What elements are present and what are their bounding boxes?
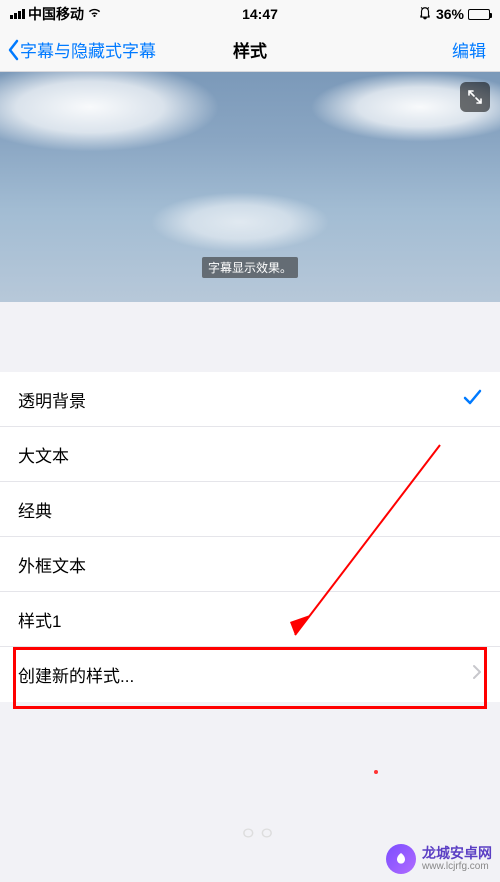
back-button[interactable]: 字幕与隐藏式字幕: [0, 37, 156, 62]
expand-button[interactable]: [460, 82, 490, 112]
back-label: 字幕与隐藏式字幕: [20, 37, 156, 62]
style-option-outline[interactable]: 外框文本: [0, 537, 500, 592]
decorative-mark: ㅇㅇ: [240, 820, 277, 846]
page-title: 样式: [233, 37, 267, 62]
clock: 14:47: [242, 6, 278, 22]
watermark-logo-icon: [386, 844, 416, 874]
caption-sample: 字幕显示效果。: [202, 257, 298, 278]
annotation-dot: [374, 770, 378, 774]
alarm-icon: [418, 6, 432, 23]
watermark: 龙城安卓网 www.lcjrfg.com: [386, 844, 492, 874]
style-option-large-text[interactable]: 大文本: [0, 427, 500, 482]
status-left: 中国移动: [10, 4, 102, 24]
create-new-label: 创建新的样式...: [18, 662, 134, 687]
wifi-icon: [87, 5, 102, 23]
style-label: 透明背景: [18, 387, 86, 412]
carrier-label: 中国移动: [28, 4, 84, 24]
style-option-transparent[interactable]: 透明背景: [0, 372, 500, 427]
style-label: 经典: [18, 497, 52, 522]
style-option-classic[interactable]: 经典: [0, 482, 500, 537]
create-new-style[interactable]: 创建新的样式...: [0, 647, 500, 702]
battery-pct: 36%: [436, 6, 464, 22]
chevron-right-icon: [472, 664, 482, 685]
nav-bar: 字幕与隐藏式字幕 样式 编辑: [0, 28, 500, 72]
checkmark-icon: [462, 387, 482, 412]
chevron-left-icon: [6, 39, 20, 61]
style-label: 大文本: [18, 442, 69, 467]
status-right: 36%: [418, 6, 490, 23]
status-bar: 中国移动 14:47 36%: [0, 0, 500, 28]
signal-icon: [10, 9, 25, 19]
section-gap: [0, 302, 500, 372]
expand-icon: [467, 89, 483, 105]
style-option-style1[interactable]: 样式1: [0, 592, 500, 647]
subtitle-preview: 字幕显示效果。: [0, 72, 500, 302]
watermark-url: www.lcjrfg.com: [422, 861, 492, 873]
edit-button[interactable]: 编辑: [452, 37, 500, 62]
style-label: 样式1: [18, 607, 61, 632]
style-label: 外框文本: [18, 552, 86, 577]
battery-icon: [468, 9, 490, 20]
style-list: 透明背景 大文本 经典 外框文本 样式1 创建新的样式...: [0, 372, 500, 702]
watermark-name: 龙城安卓网: [422, 845, 492, 862]
